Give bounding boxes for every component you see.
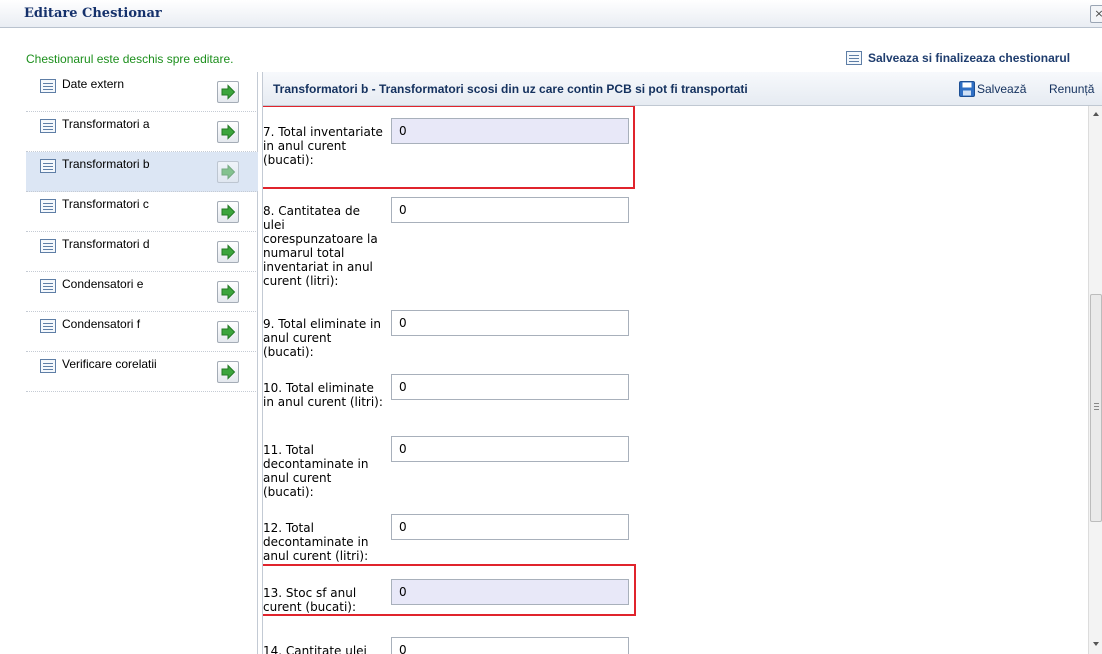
go-arrow-button[interactable] [217,121,239,143]
panel-title: Transformatori b - Transformatori scosi … [273,82,748,96]
sidebar-item-transformatori-c[interactable]: Transformatori c [26,192,258,232]
sidebar-item-label: Transformatori d [62,237,150,251]
green-right-arrow-icon [221,284,236,300]
sidebar-item-label: Date extern [62,77,125,91]
form-document-icon [40,119,56,133]
green-right-arrow-icon [221,124,236,140]
green-right-arrow-icon [221,324,236,340]
form-document-icon [40,239,56,253]
field-label: 14. Cantitate ulei [263,644,367,654]
main-panel: Transformatori b - Transformatori scosi … [262,72,1102,654]
field-label: 8. Cantitatea de ulei corespunzatoare la… [263,204,378,288]
field-label: 13. Stoc sf anul curent (bucati): [263,586,357,614]
go-arrow-button[interactable] [217,241,239,263]
sidebar-item-transformatori-a[interactable]: Transformatori a [26,112,258,152]
form-document-icon [40,199,56,213]
save-label: Salvează [977,82,1027,96]
finalize-button[interactable]: Salveaza si finalizeaza chestionarul [846,51,1070,65]
field-label: 9. Total eliminate in anul curent (bucat… [263,317,381,359]
sidebar-item-date-extern[interactable]: Date extern [26,72,258,112]
form-scroll-area: 7. Total inventariate in anul curent (bu… [263,106,1088,654]
go-arrow-button[interactable] [217,201,239,223]
field-label: 7. Total inventariate in anul curent (bu… [263,125,383,167]
scroll-up-arrow-icon[interactable] [1093,112,1099,116]
cancel-button[interactable]: Renunță [1049,82,1094,96]
form-document-icon [40,319,56,333]
go-arrow-button[interactable] [217,281,239,303]
field-label: 11. Total decontaminate in anul curent (… [263,443,369,499]
scroll-thumb[interactable] [1090,294,1102,522]
total-eliminate-litri-input[interactable] [391,374,629,400]
close-icon[interactable]: × [1090,5,1102,23]
window-title: Editare Chestionar [24,6,162,21]
sidebar-item-label: Condensatori f [62,317,141,331]
form-document-icon [40,159,56,173]
total-decontaminate-bucati-input[interactable] [391,436,629,462]
cantitate-ulei-input[interactable] [391,637,629,654]
form-document-icon [846,51,862,65]
vertical-scrollbar[interactable] [1088,106,1102,654]
sidebar-item-label: Transformatori a [62,117,150,131]
floppy-disk-icon [959,81,975,97]
field-label: 12. Total decontaminate in anul curent (… [263,521,369,563]
form-document-icon [40,279,56,293]
sidebar-item-label: Transformatori c [62,197,149,211]
go-arrow-button[interactable] [217,361,239,383]
sidebar-item-label: Condensatori e [62,277,144,291]
go-arrow-button[interactable] [217,81,239,103]
total-inventariate-input[interactable] [391,118,629,144]
scroll-down-arrow-icon[interactable] [1093,642,1099,646]
field-label: 10. Total eliminate in anul curent (litr… [263,381,383,409]
cantitate-ulei-inventariat-input[interactable] [391,197,629,223]
green-right-arrow-icon [221,164,236,180]
total-eliminate-bucati-input[interactable] [391,310,629,336]
total-decontaminate-litri-input[interactable] [391,514,629,540]
form-document-icon [40,359,56,373]
form-document-icon [40,79,56,93]
finalize-label: Salveaza si finalizeaza chestionarul [868,51,1071,65]
status-text: Chestionarul este deschis spre editare. [26,52,234,66]
go-arrow-button[interactable] [217,321,239,343]
sidebar-item-condensatori-e[interactable]: Condensatori e [26,272,258,312]
sidebar-item-transformatori-b[interactable]: Transformatori b [26,152,258,192]
go-arrow-button[interactable] [217,161,239,183]
panel-header: Transformatori b - Transformatori scosi … [263,72,1102,106]
status-bar: Chestionarul este deschis spre editare. … [0,46,1102,72]
green-right-arrow-icon [221,204,236,220]
green-right-arrow-icon [221,84,236,100]
sidebar: Date extern Transformatori a Transformat… [26,72,258,654]
green-right-arrow-icon [221,244,236,260]
sidebar-item-verificare-corelatii[interactable]: Verificare corelatii [26,352,258,392]
sidebar-item-label: Verificare corelatii [62,357,157,371]
stoc-sf-anul-input[interactable] [391,579,629,605]
window-titlebar: Editare Chestionar × [0,0,1102,28]
sidebar-item-transformatori-d[interactable]: Transformatori d [26,232,258,272]
sidebar-item-condensatori-f[interactable]: Condensatori f [26,312,258,352]
sidebar-item-label: Transformatori b [62,157,150,171]
save-button[interactable]: Salvează [959,81,1026,97]
green-right-arrow-icon [221,364,236,380]
